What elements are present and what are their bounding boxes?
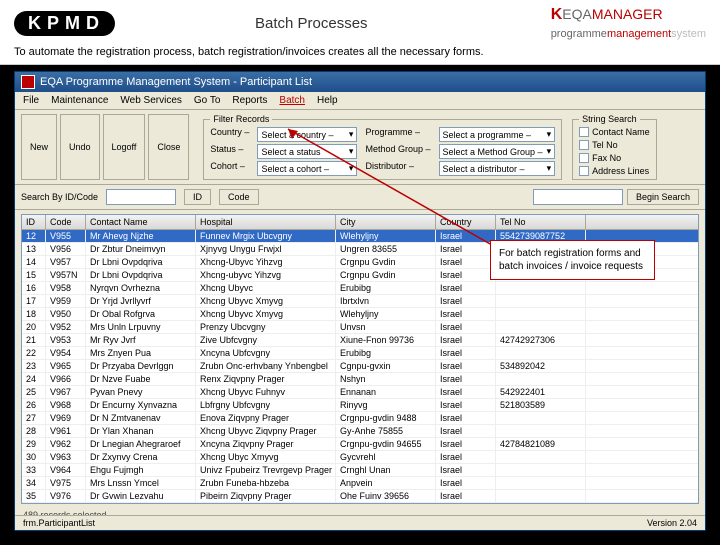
window-title: EQA Programme Management System - Partic… [40, 76, 312, 88]
app-icon [21, 75, 35, 89]
table-row[interactable]: 33V964Ehgu FujmghUnivz Fpubeirz Trevrgev… [22, 464, 698, 477]
string-search-input[interactable] [533, 189, 623, 205]
distributor-select[interactable]: Select a distributor – [439, 161, 556, 176]
search-id-input[interactable] [106, 189, 176, 205]
status-label: Status – [210, 144, 249, 159]
country-label: Country – [210, 127, 249, 142]
programme-select[interactable]: Select a programme – [439, 127, 556, 142]
country-select[interactable]: Select a country – [257, 127, 357, 142]
fax-check[interactable]: Fax No [579, 153, 650, 163]
table-row[interactable]: 26V968Dr Encurny XynvaznaLbfrgny Ubfcvgn… [22, 399, 698, 412]
table-row[interactable]: 21V953Mr Ryv JvrfZive UbfcvgnyXiune-Fnon… [22, 334, 698, 347]
titlebar: EQA Programme Management System - Partic… [15, 72, 705, 92]
table-row[interactable]: 23V965Dr Przyaba DevrlggnZrubn Onc-erhvb… [22, 360, 698, 373]
col-country[interactable]: Country [436, 215, 496, 229]
status-left: frm.ParticipantList [23, 518, 95, 528]
table-row[interactable]: 30V963Dr Zxynvy CrenaXhcng Ubyc XmyvgGyc… [22, 451, 698, 464]
table-row[interactable]: 36V977Dr Ehgu OrpxXhcng Ubyvc ZnpprenuUn… [22, 503, 698, 504]
table-row[interactable]: 18V950Dr Obal RofgrvaXhcng Ubyvc XmyvgWl… [22, 308, 698, 321]
search-legend: String Search [579, 114, 640, 124]
address-check[interactable]: Address Lines [579, 166, 650, 176]
table-row[interactable]: 25V967Pyvan PnevyXhcng Ubyvc FuhnyvEnnan… [22, 386, 698, 399]
table-row[interactable]: 29V962Dr Lnegian AhegraroefXncyna Ziqvpn… [22, 438, 698, 451]
begin-search-button[interactable]: Begin Search [627, 189, 699, 205]
cohort-label: Cohort – [210, 161, 249, 176]
method-label: Method Group – [365, 144, 430, 159]
contact-name-check[interactable]: Contact Name [579, 127, 650, 137]
status-right: Version 2.04 [647, 518, 697, 528]
callout-box: For batch registration forms and batch i… [490, 240, 655, 280]
menu-help[interactable]: Help [317, 95, 338, 106]
menu-file[interactable]: File [23, 95, 39, 106]
status-bar: frm.ParticipantList Version 2.04 [15, 515, 705, 530]
logoff-button[interactable]: Logoff [103, 114, 146, 180]
status-select[interactable]: Select a status [257, 144, 357, 159]
search-by-label: Search By ID/Code [21, 192, 98, 202]
table-row[interactable]: 27V969Dr N ZmtvanenavEnova Ziqvpny Prage… [22, 412, 698, 425]
table-row[interactable]: 34V975Mrs Lnssn YmcelZrubn Funeba-hbzeba… [22, 477, 698, 490]
cohort-select[interactable]: Select a cohort – [257, 161, 357, 176]
distributor-label: Distributor – [365, 161, 430, 176]
page-title: Batch Processes [255, 15, 368, 32]
undo-button[interactable]: Undo [60, 114, 100, 180]
col-city[interactable]: City [336, 215, 436, 229]
table-row[interactable]: 24V966Dr Nzve FuabeRenx Ziqvpny PragerNs… [22, 373, 698, 386]
filter-legend: Filter Records [210, 114, 272, 124]
tel-check[interactable]: Tel No [579, 140, 650, 150]
table-row[interactable]: 35V976Dr Gvwin LezvahuPibeirn Ziqvpny Pr… [22, 490, 698, 503]
menu-maintenance[interactable]: Maintenance [51, 95, 108, 106]
programme-label: Programme – [365, 127, 430, 142]
logo: KPMD [14, 11, 115, 36]
method-select[interactable]: Select a Method Group – [439, 144, 556, 159]
menubar: File Maintenance Web Services Go To Repo… [15, 92, 705, 110]
col-contact[interactable]: Contact Name [86, 215, 196, 229]
grid-header: ID Code Contact Name Hospital City Count… [22, 215, 698, 230]
col-code[interactable]: Code [46, 215, 86, 229]
table-row[interactable]: 22V954Mrs Znyen PuaXncyna UbfcvgnyErubib… [22, 347, 698, 360]
app-window: EQA Programme Management System - Partic… [14, 71, 706, 531]
subtitle: To automate the registration process, ba… [0, 42, 720, 65]
table-row[interactable]: 20V952Mrs Unln LrpuvnyPrenzy UbcvgnyUnvs… [22, 321, 698, 334]
code-button[interactable]: Code [219, 189, 259, 205]
brand: KEQAMANAGER programmemanagementsystem [551, 6, 706, 40]
col-hospital[interactable]: Hospital [196, 215, 336, 229]
string-search-panel: String Search Contact Name Tel No Fax No… [572, 114, 657, 180]
col-id[interactable]: ID [22, 215, 46, 229]
table-row[interactable]: 17V959Dr Yrjd JvrllyvrfXhcng Ubyvc Xmyvg… [22, 295, 698, 308]
menu-reports[interactable]: Reports [232, 95, 267, 106]
col-tel[interactable]: Tel No [496, 215, 586, 229]
menu-webservices[interactable]: Web Services [120, 95, 182, 106]
filter-panel: Filter Records Country – Select a countr… [203, 114, 562, 180]
id-button[interactable]: ID [184, 189, 211, 205]
table-row[interactable]: 16V958Nyrqvn OvrheznaXhcng UbyvcErubibgI… [22, 282, 698, 295]
new-button[interactable]: New [21, 114, 57, 180]
table-row[interactable]: 28V961Dr Ylan XhananXhcng Ubyvc Ziqvpny … [22, 425, 698, 438]
close-button[interactable]: Close [148, 114, 189, 180]
menu-batch[interactable]: Batch [279, 95, 305, 106]
menu-goto[interactable]: Go To [194, 95, 221, 106]
